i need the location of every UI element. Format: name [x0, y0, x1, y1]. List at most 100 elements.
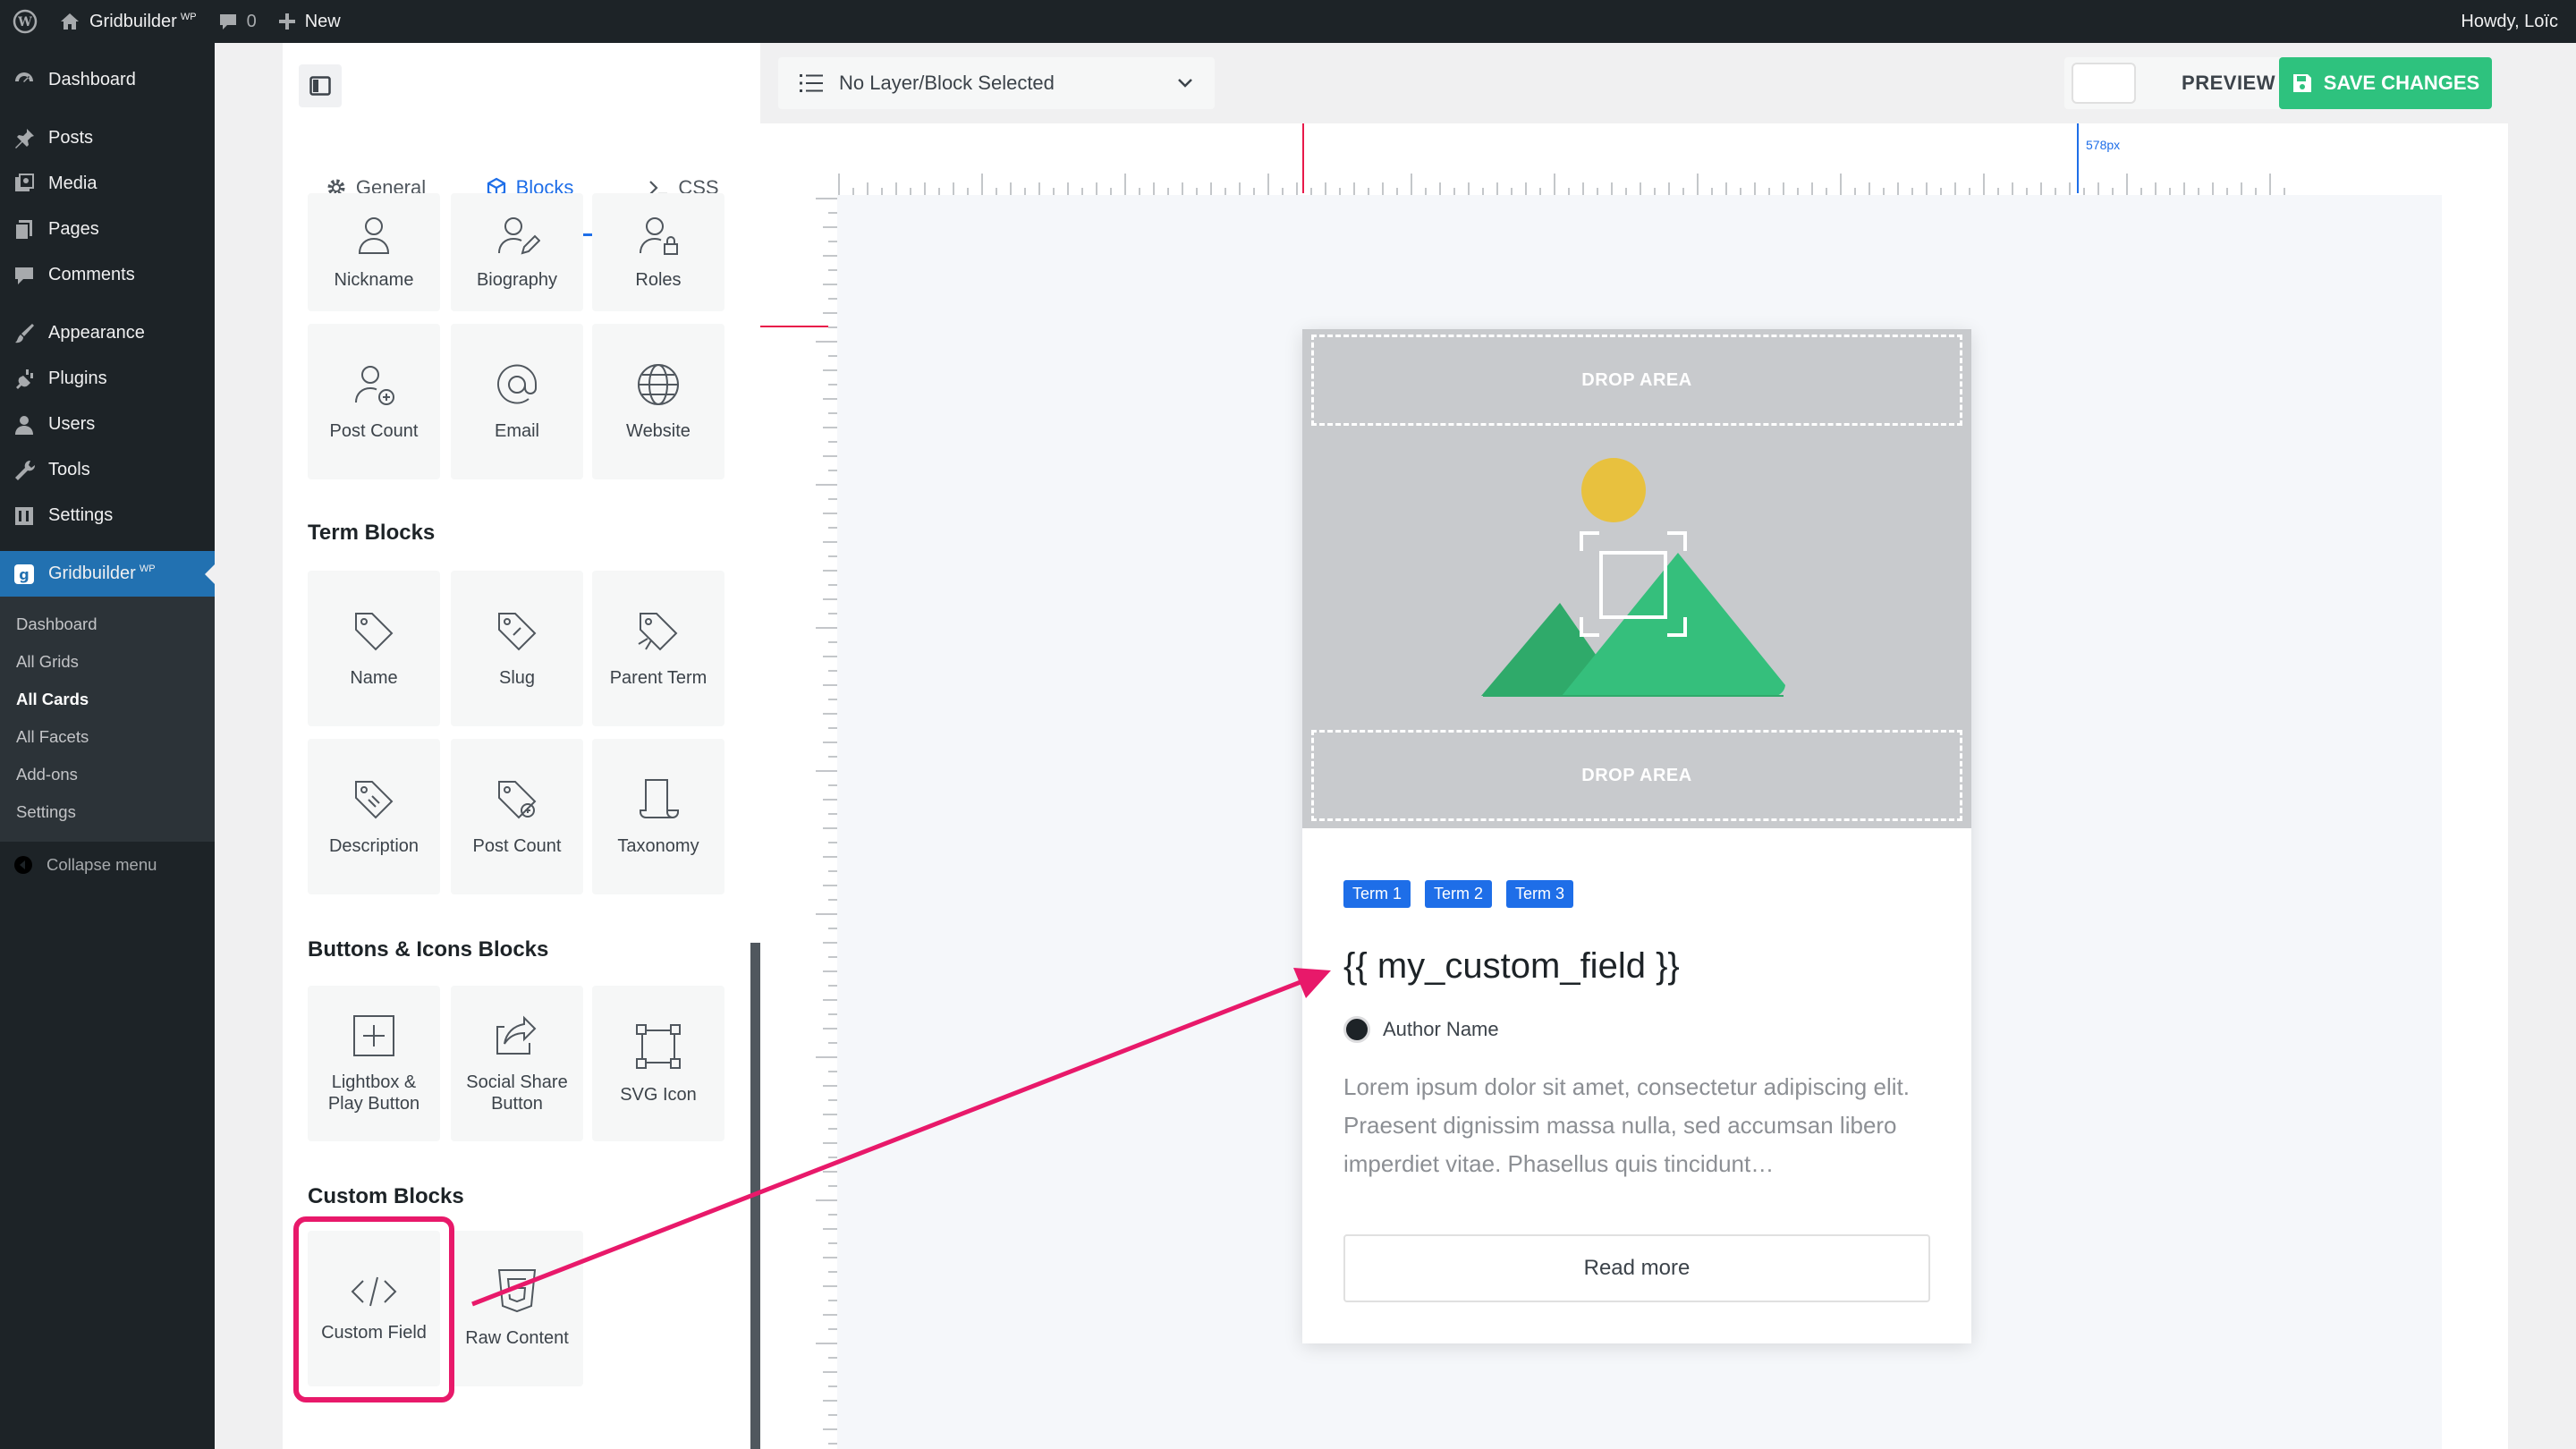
tag-parent-icon: [638, 613, 678, 651]
list-icon: [800, 74, 823, 92]
collapse-arrow-icon: [14, 856, 32, 874]
share-icon: [496, 1015, 537, 1055]
menu-gridbuilder[interactable]: g Gridbuilder WP: [0, 551, 215, 597]
drop-area-top[interactable]: DROP AREA: [1311, 335, 1962, 426]
card-excerpt[interactable]: Lorem ipsum dolor sit amet, consectetur …: [1343, 1068, 1937, 1183]
howdy-text: Howdy, Loïc: [2461, 11, 2558, 31]
block-social-share-button[interactable]: Social Share Button: [451, 986, 583, 1141]
plus-icon: [278, 13, 295, 30]
term-badge[interactable]: Term 1: [1343, 880, 1411, 908]
term-badge[interactable]: Term 2: [1425, 880, 1493, 908]
ruler-width-value: 578px: [2086, 138, 2121, 152]
submenu-all-cards[interactable]: All Cards: [0, 681, 215, 718]
svg-text:g: g: [19, 566, 29, 583]
card-preview[interactable]: DROP AREA DROP AREA Term 1 Term 2 Term 3…: [1302, 329, 1971, 1343]
section-title-custom-blocks: Custom Blocks: [308, 1184, 464, 1208]
block-roles[interactable]: Roles: [592, 193, 724, 311]
read-more-button[interactable]: Read more: [1343, 1234, 1930, 1302]
submenu-settings[interactable]: Settings: [0, 793, 215, 831]
block-lightbox-play-button[interactable]: Lightbox & Play Button: [308, 986, 440, 1141]
svg-text:W: W: [17, 15, 32, 30]
admin-bar-new[interactable]: New: [267, 0, 352, 43]
media-icon: [15, 173, 34, 191]
vector-square-icon: [636, 1024, 681, 1069]
menu-dashboard[interactable]: Dashboard: [0, 57, 215, 103]
layer-select-dropdown[interactable]: No Layer/Block Selected: [778, 57, 1215, 109]
avatar: [1343, 1016, 1370, 1043]
block-parent-term[interactable]: Parent Term: [592, 571, 724, 726]
ruler-left-marker[interactable]: [1302, 123, 1304, 193]
wrench-icon: [15, 460, 36, 480]
ruler-width-marker[interactable]: [2077, 123, 2079, 193]
brush-icon: [15, 323, 34, 343]
tag-text-icon: [355, 781, 394, 819]
html5-icon: [497, 1269, 537, 1313]
admin-bar-site[interactable]: Gridbuilder WP: [48, 0, 208, 43]
panel-scrollbar[interactable]: [750, 943, 760, 1449]
site-name: Gridbuilder: [89, 11, 177, 31]
block-email[interactable]: Email: [451, 324, 583, 479]
admin-menu: Dashboard Posts Media Pages Comments App…: [0, 43, 215, 1449]
tag-count-icon: [498, 781, 537, 819]
user-icon: [15, 415, 33, 435]
section-title-term-blocks: Term Blocks: [308, 521, 436, 545]
scroll-icon: [640, 779, 679, 818]
at-sign-icon: [497, 364, 538, 404]
menu-tools[interactable]: Tools: [0, 447, 215, 493]
submenu-dashboard[interactable]: Dashboard: [0, 606, 215, 643]
card-author[interactable]: Author Name: [1343, 1016, 1499, 1043]
menu-media[interactable]: Media: [0, 161, 215, 207]
home-icon: [61, 13, 79, 30]
block-user-post-count[interactable]: Post Count: [308, 324, 440, 479]
wordpress-logo-icon[interactable]: W: [0, 0, 48, 43]
builder-topbar: No Layer/Block Selected PREVIEW SAVE CHA…: [769, 43, 2508, 123]
section-title-buttons-icons: Buttons & Icons Blocks: [308, 937, 549, 962]
menu-plugins[interactable]: Plugins: [0, 356, 215, 402]
menu-posts[interactable]: Posts: [0, 115, 215, 161]
block-biography[interactable]: Biography: [451, 193, 583, 311]
custom-field-highlight: [293, 1216, 454, 1402]
submenu-all-facets[interactable]: All Facets: [0, 718, 215, 756]
submenu-all-grids[interactable]: All Grids: [0, 643, 215, 681]
card-title-custom-field[interactable]: {{ my_custom_field }}: [1343, 946, 1680, 987]
gridbuilder-icon: g: [14, 564, 34, 584]
dashboard-icon: [15, 72, 33, 82]
block-term-slug[interactable]: Slug: [451, 571, 583, 726]
save-changes-button[interactable]: SAVE CHANGES: [2279, 57, 2492, 109]
sidebar-toggle-icon: [309, 76, 331, 96]
tag-icon: [355, 613, 394, 651]
new-label: New: [304, 11, 341, 31]
comments-icon: [15, 267, 33, 284]
block-website[interactable]: Website: [592, 324, 724, 479]
block-nickname[interactable]: Nickname: [308, 193, 440, 311]
menu-appearance[interactable]: Appearance: [0, 310, 215, 356]
chevron-down-icon: [1178, 79, 1192, 88]
floppy-disk-icon: [2292, 74, 2311, 92]
pin-icon: [15, 128, 34, 148]
block-raw-content[interactable]: Raw Content: [451, 1231, 583, 1386]
author-name: Author Name: [1383, 1018, 1499, 1040]
menu-settings[interactable]: Settings: [0, 493, 215, 538]
term-badge[interactable]: Term 3: [1506, 880, 1574, 908]
comment-icon: [219, 14, 236, 30]
menu-comments[interactable]: Comments: [0, 252, 215, 298]
card-terms: Term 1 Term 2 Term 3: [1343, 880, 1574, 908]
plug-icon: [16, 369, 33, 389]
user-outline-icon: [358, 217, 390, 254]
preview-toggle-switch[interactable]: [2072, 63, 2136, 104]
block-term-description[interactable]: Description: [308, 739, 440, 894]
settings-sliders-icon: [15, 506, 33, 525]
admin-bar-account[interactable]: Howdy, Loïc: [2450, 0, 2576, 43]
block-term-post-count[interactable]: Post Count: [451, 739, 583, 894]
block-term-name[interactable]: Name: [308, 571, 440, 726]
block-taxonomy[interactable]: Taxonomy: [592, 739, 724, 894]
collapse-menu[interactable]: Collapse menu: [0, 842, 215, 888]
submenu-add-ons[interactable]: Add-ons: [0, 756, 215, 793]
user-lock-icon: [640, 217, 678, 255]
menu-pages[interactable]: Pages: [0, 207, 215, 252]
drop-area-bottom[interactable]: DROP AREA: [1311, 730, 1962, 821]
block-svg-icon[interactable]: SVG Icon: [592, 986, 724, 1141]
admin-bar-comments[interactable]: 0: [208, 0, 267, 43]
menu-users[interactable]: Users: [0, 402, 215, 447]
toggle-sidebar-button[interactable]: [299, 64, 342, 107]
